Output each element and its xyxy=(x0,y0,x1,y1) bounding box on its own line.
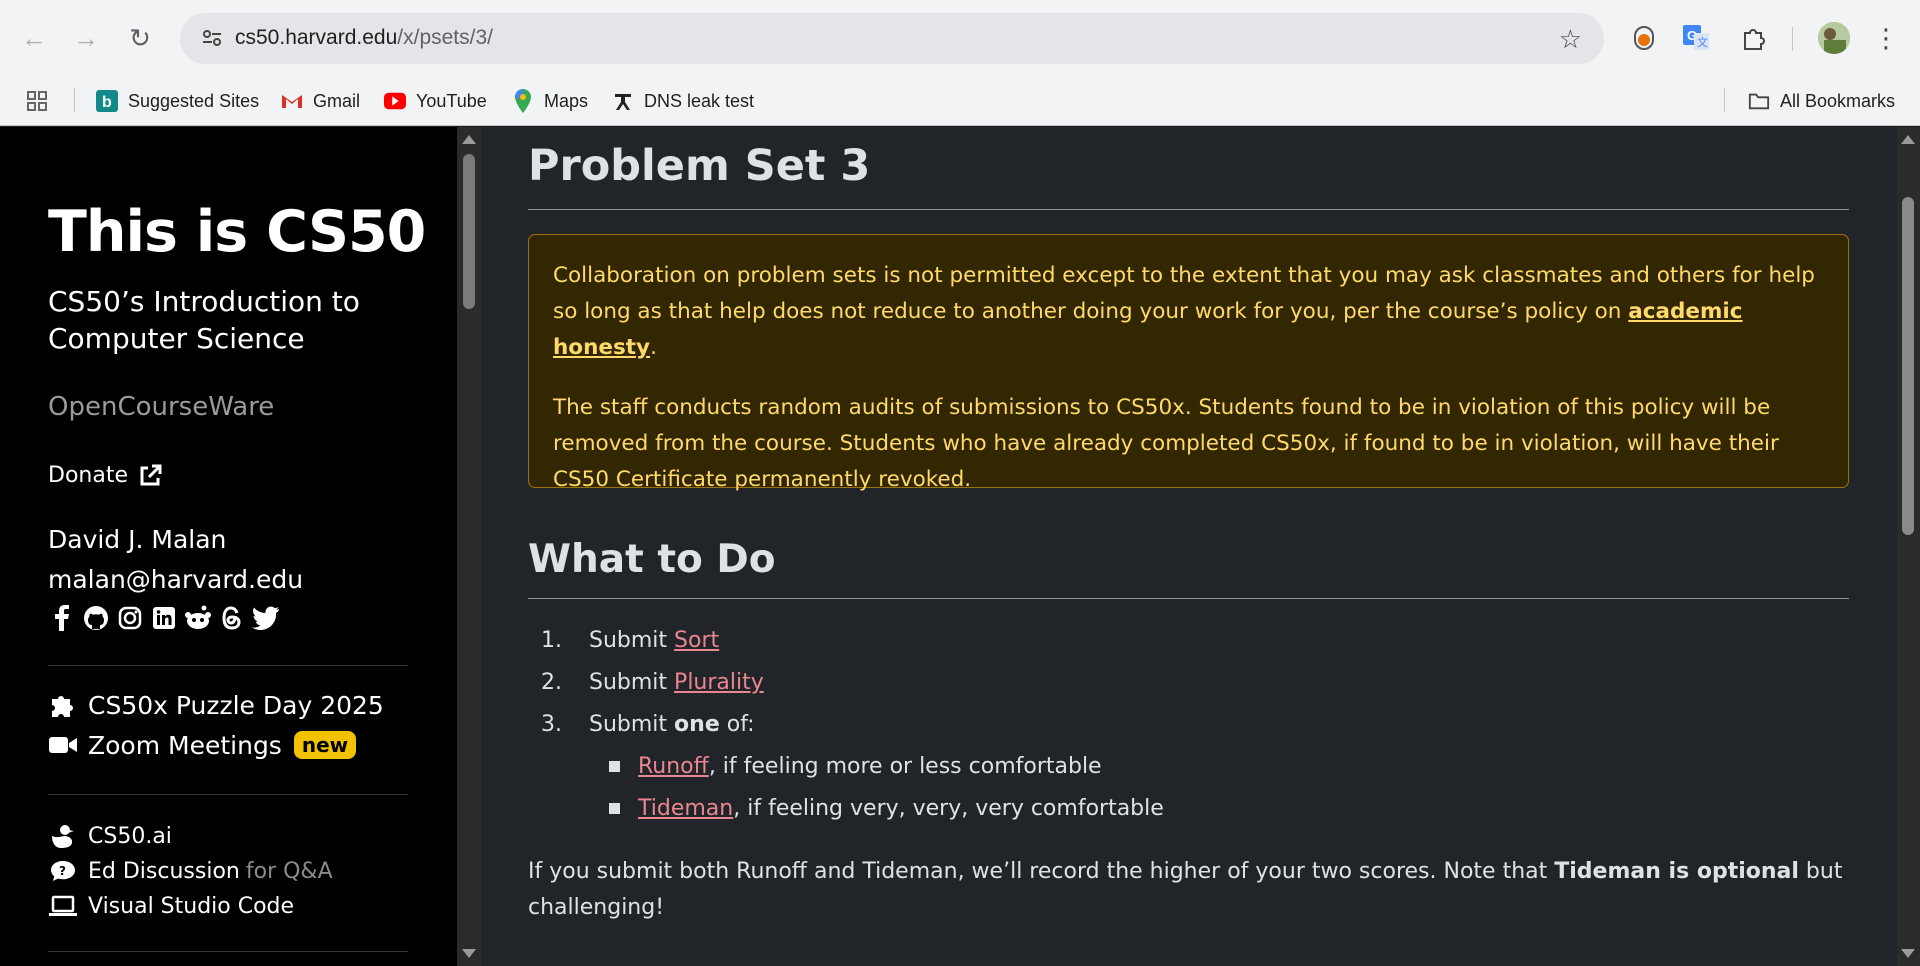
linkedin-icon[interactable] xyxy=(150,604,178,632)
threads-icon[interactable] xyxy=(218,604,246,632)
sidebar-link-vscode[interactable]: Visual Studio Code xyxy=(48,891,294,921)
main-scroll-thumb[interactable] xyxy=(1902,197,1914,535)
external-link-icon xyxy=(140,464,162,485)
svg-text:b: b xyxy=(102,94,112,111)
sidebar-divider-2 xyxy=(48,794,408,795)
new-badge: new xyxy=(293,731,357,759)
bookmarks-bar: b Suggested Sites Gmail YouTube Maps DNS… xyxy=(0,78,1920,126)
list-item: 2. Submit Plurality xyxy=(541,669,764,695)
sidebar-link-puzzle-day[interactable]: CS50x Puzzle Day 2025 xyxy=(48,690,384,720)
folder-icon xyxy=(1748,90,1770,112)
bullet-marker xyxy=(609,802,620,814)
instructor-email[interactable]: malan@harvard.edu xyxy=(48,565,303,594)
site-settings-icon[interactable] xyxy=(200,26,224,50)
github-icon[interactable] xyxy=(82,604,110,632)
youtube-icon xyxy=(384,90,406,112)
svg-text:?: ? xyxy=(59,864,66,878)
puzzle-icon xyxy=(48,690,78,720)
main-scrollbar[interactable] xyxy=(1897,127,1920,966)
steps-list: 1. Submit Sort 2. Submit Plurality 3. Su… xyxy=(541,619,1164,829)
bullet-marker xyxy=(609,760,620,772)
course-subtitle: CS50’s Introduction to Computer Science xyxy=(48,285,360,355)
reload-button[interactable]: ↻ xyxy=(122,20,158,56)
bookmark-gmail[interactable]: Gmail xyxy=(281,86,360,116)
bookmarks-divider-right xyxy=(1724,88,1725,112)
course-sidebar: This is CS50 CS50’s Introduction to Comp… xyxy=(0,127,457,966)
twitter-icon[interactable] xyxy=(252,604,280,632)
maps-icon xyxy=(512,89,534,113)
laptop-icon xyxy=(48,891,78,921)
course-title[interactable]: This is CS50 xyxy=(48,199,426,265)
list-item: Runoff , if feeling more or less comfort… xyxy=(541,745,1164,787)
sidebar-divider xyxy=(48,665,408,666)
bookmark-star-icon[interactable]: ☆ xyxy=(1559,24,1582,55)
academic-honesty-warning: Collaboration on problem sets is not per… xyxy=(528,234,1849,492)
title-rule xyxy=(528,209,1849,210)
url-text[interactable]: cs50.harvard.edu/x/psets/3/ xyxy=(235,26,493,50)
chat-icon: ? xyxy=(48,856,78,886)
list-item: 1. Submit Sort xyxy=(541,627,720,653)
bing-icon: b xyxy=(96,90,118,112)
dns-icon xyxy=(612,90,634,112)
apps-grid-icon[interactable] xyxy=(26,86,48,116)
runoff-link[interactable]: Runoff xyxy=(638,754,709,779)
main-content: Problem Set 3 Collaboration on problem s… xyxy=(481,127,1897,966)
bookmark-maps[interactable]: Maps xyxy=(512,86,588,116)
scroll-up-arrow[interactable] xyxy=(1901,135,1915,144)
list-item: 3. Submit one of: xyxy=(541,711,755,737)
browser-chrome: ← → ↻ cs50.harvard.edu/x/psets/3/ ☆ G文 ⋮ xyxy=(0,0,1920,126)
scroll-down-arrow[interactable] xyxy=(1901,949,1915,958)
warning-paragraph-2: The staff conducts random audits of subm… xyxy=(553,395,1779,492)
all-bookmarks-button[interactable]: All Bookmarks xyxy=(1748,86,1895,116)
heading-rule xyxy=(528,598,1849,599)
browser-toolbar: ← → ↻ cs50.harvard.edu/x/psets/3/ ☆ G文 ⋮ xyxy=(0,0,1920,78)
plurality-link[interactable]: Plurality xyxy=(674,670,764,695)
svg-text:文: 文 xyxy=(1697,35,1708,49)
instructor-name: David J. Malan xyxy=(48,525,227,554)
scroll-up-arrow[interactable] xyxy=(462,135,476,144)
sidebar-scroll-thumb[interactable] xyxy=(463,154,475,309)
sidebar-link-cs50-ai[interactable]: CS50.ai xyxy=(48,821,172,851)
forward-button[interactable]: → xyxy=(68,20,104,56)
address-bar[interactable]: cs50.harvard.edu/x/psets/3/ ☆ xyxy=(180,13,1604,64)
sidebar-link-zoom-meetings[interactable]: Zoom Meetings new xyxy=(48,730,357,760)
submission-note: If you submit both Runoff and Tideman, w… xyxy=(528,859,1843,920)
gmail-icon xyxy=(281,90,303,112)
back-button[interactable]: ← xyxy=(16,20,52,56)
donate-link[interactable]: Donate xyxy=(48,463,162,488)
profile-avatar[interactable] xyxy=(1818,22,1850,54)
sidebar-link-ed-discussion[interactable]: ? Ed Discussion for Q&A xyxy=(48,856,333,886)
instagram-icon[interactable] xyxy=(116,604,144,632)
tideman-link[interactable]: Tideman xyxy=(638,796,733,821)
scroll-down-arrow[interactable] xyxy=(462,949,476,958)
bookmark-youtube[interactable]: YouTube xyxy=(384,86,487,116)
warning-paragraph-1: Collaboration on problem sets is not per… xyxy=(553,263,1815,360)
sort-link[interactable]: Sort xyxy=(674,628,719,653)
bookmarks-divider xyxy=(74,88,75,112)
duck-icon xyxy=(48,821,78,851)
social-links xyxy=(48,604,280,632)
opencourseware-label[interactable]: OpenCourseWare xyxy=(48,392,274,422)
toolbar-divider xyxy=(1792,27,1793,51)
reddit-icon[interactable] xyxy=(184,604,212,632)
sidebar-divider-3 xyxy=(48,951,408,952)
list-item: Tideman , if feeling very, very, very co… xyxy=(541,787,1164,829)
sidebar-scrollbar[interactable] xyxy=(457,127,481,966)
menu-kebab-icon[interactable]: ⋮ xyxy=(1870,22,1902,54)
page-title: Problem Set 3 xyxy=(528,141,871,191)
what-to-do-heading: What to Do xyxy=(528,537,776,582)
extensions-icon[interactable] xyxy=(1738,22,1770,54)
google-translate-icon[interactable]: G文 xyxy=(1680,22,1712,54)
facebook-icon[interactable] xyxy=(48,604,76,632)
bookmark-dns-leak-test[interactable]: DNS leak test xyxy=(612,86,754,116)
bookmark-suggested-sites[interactable]: b Suggested Sites xyxy=(96,86,259,116)
extension-timer-icon[interactable] xyxy=(1628,22,1660,54)
video-icon xyxy=(48,730,78,760)
